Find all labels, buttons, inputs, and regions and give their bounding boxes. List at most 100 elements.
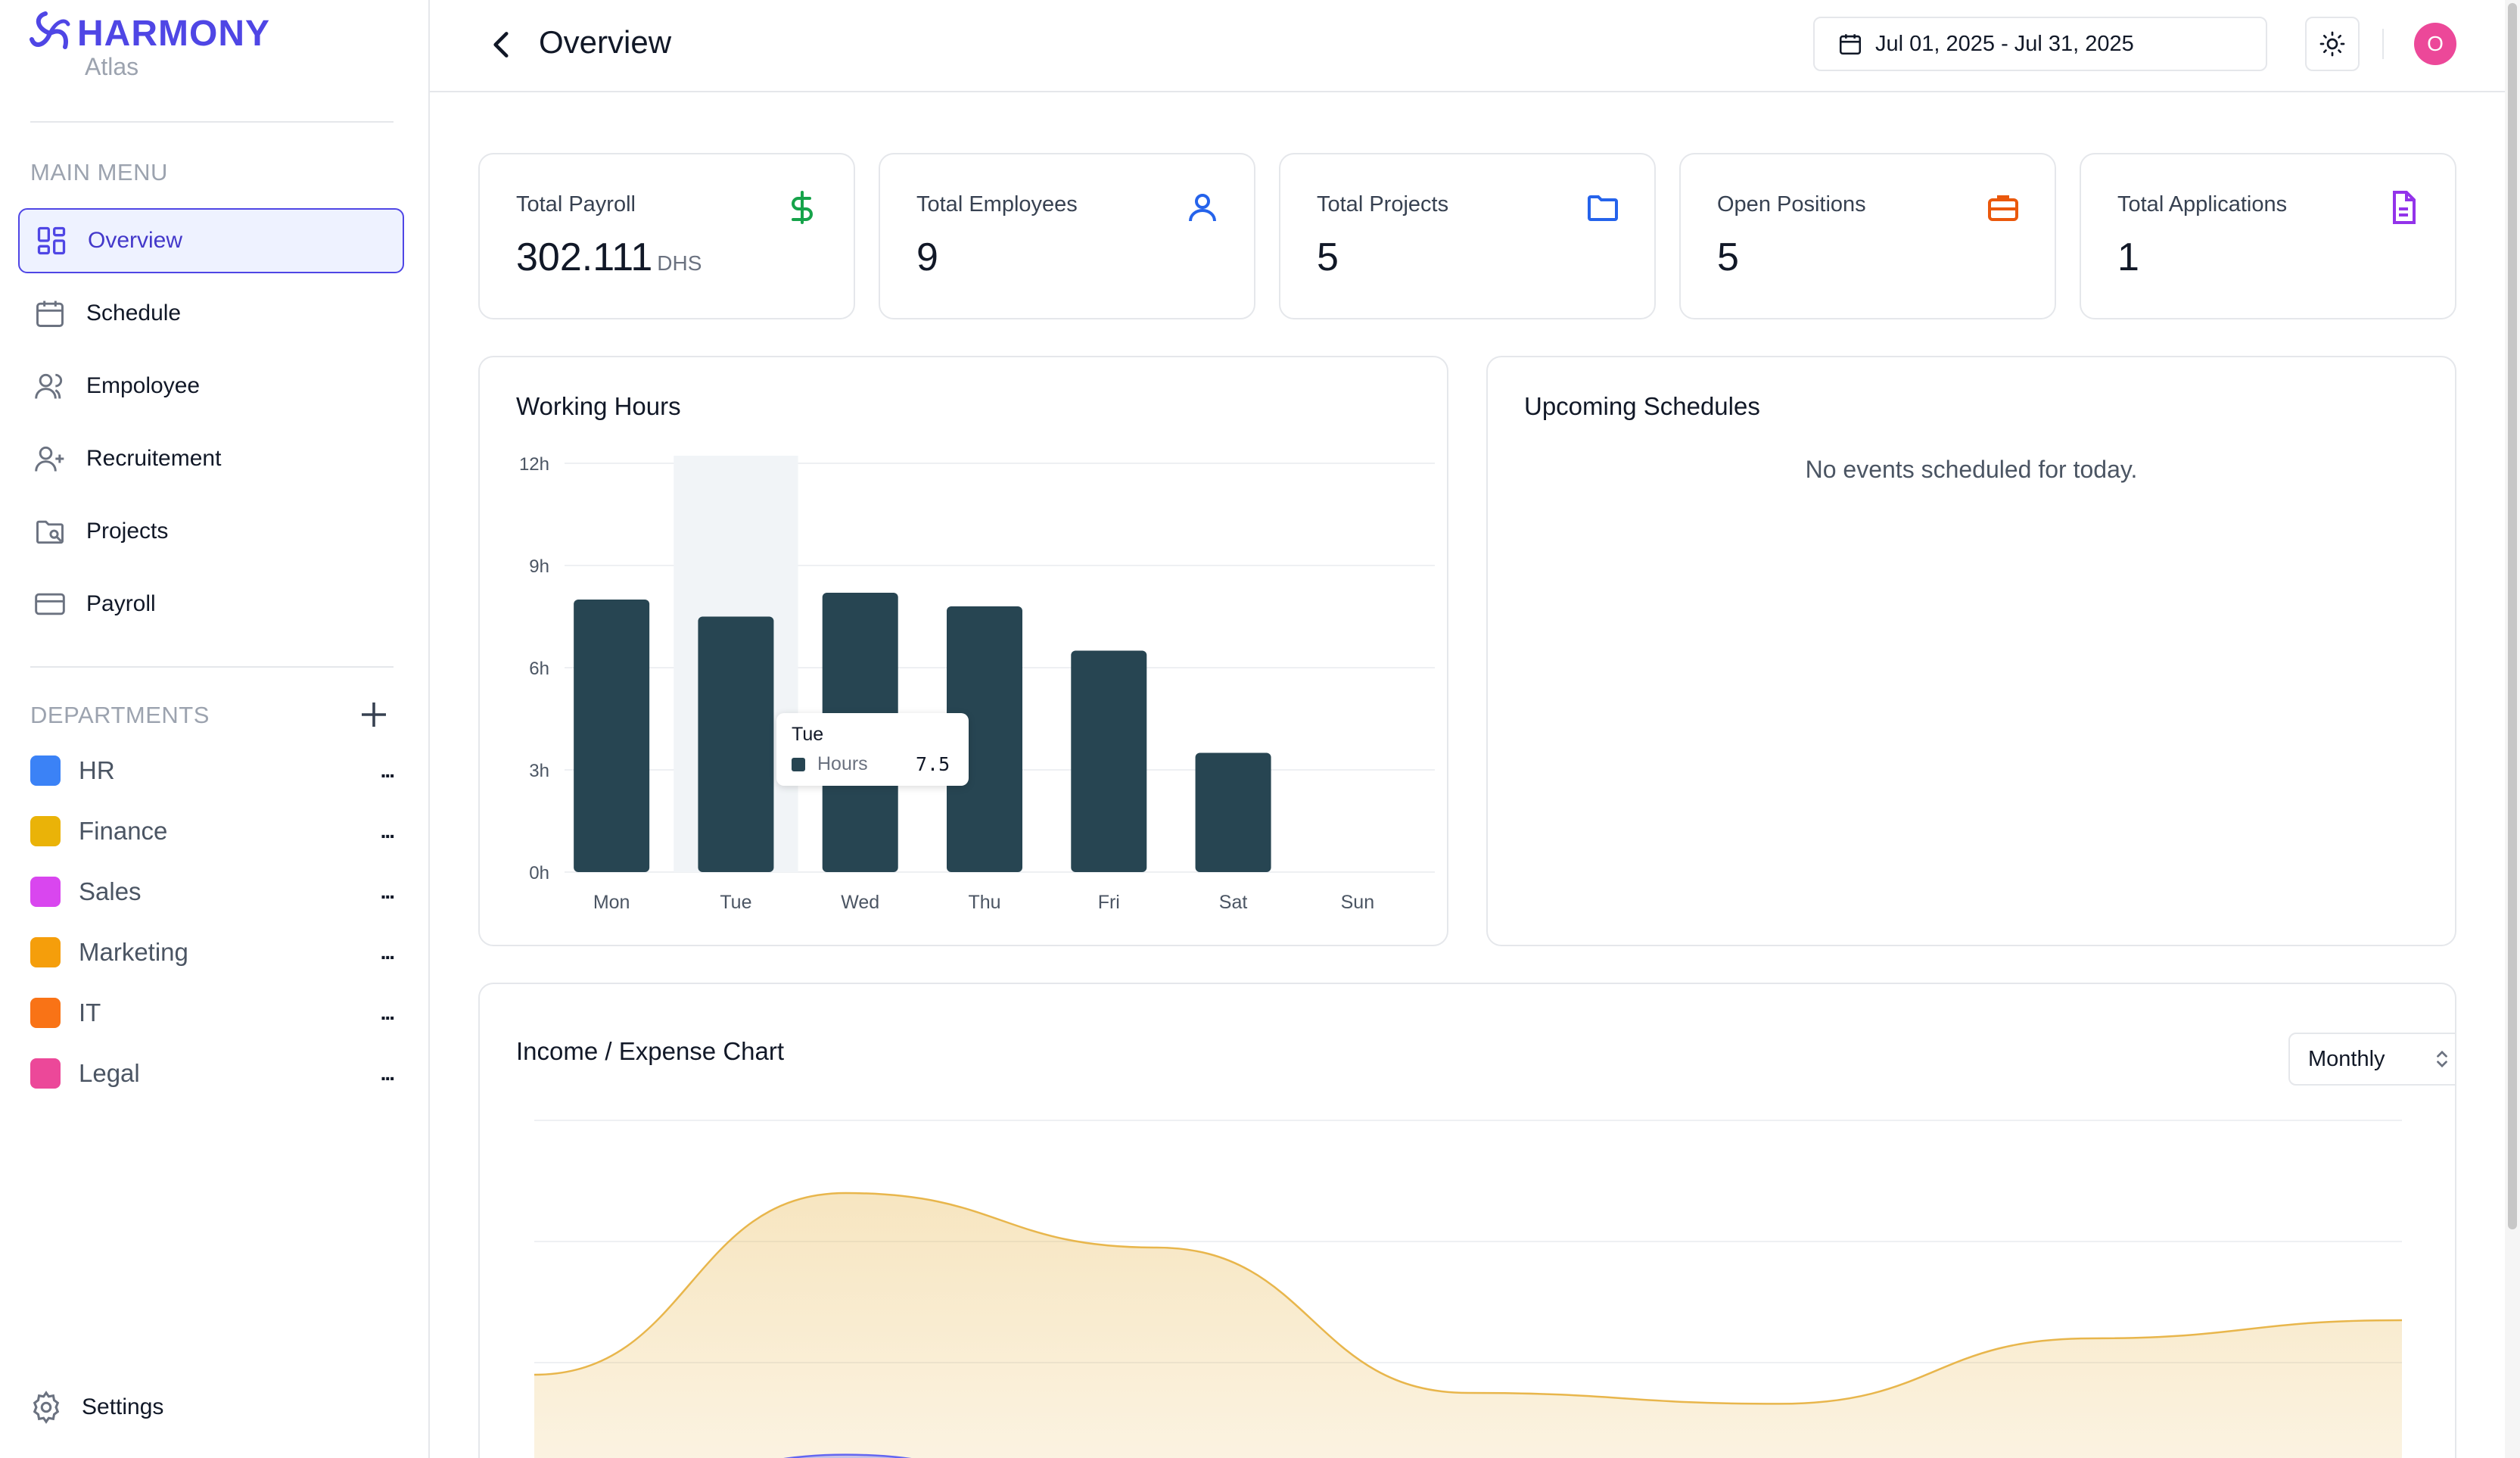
gear-icon bbox=[33, 1391, 60, 1424]
tooltip-value: 7.5 bbox=[916, 753, 950, 775]
stat-unit: DHS bbox=[657, 251, 702, 275]
income-expense-chart bbox=[534, 1120, 2403, 1458]
tooltip-title: Tue bbox=[792, 724, 824, 745]
department-sales[interactable]: Sales ... bbox=[30, 869, 395, 914]
back-arrow-icon[interactable] bbox=[483, 26, 521, 64]
department-color-swatch bbox=[30, 877, 61, 907]
working-hours-panel: Working Hours 0h 3h 6h 9h 12h Mon Tue Wed Thu Fri… bbox=[478, 356, 1448, 946]
more-options-icon[interactable]: ... bbox=[381, 940, 395, 964]
stat-value: 9 bbox=[916, 235, 938, 279]
sidebar-item-label: Projects bbox=[86, 519, 169, 544]
top-header: Overview Jul 01, 2025 - Jul 31, 2025 O bbox=[430, 0, 2520, 92]
more-options-icon[interactable]: ... bbox=[381, 880, 395, 904]
sidebar-item-overview[interactable]: Overview bbox=[18, 208, 404, 273]
folder-icon bbox=[1588, 195, 1618, 221]
stat-label: Open Positions bbox=[1717, 192, 1866, 217]
stat-label: Total Projects bbox=[1317, 192, 1449, 217]
department-finance[interactable]: Finance ... bbox=[30, 808, 395, 854]
sidebar-item-employee[interactable]: Empoloyee bbox=[18, 354, 404, 419]
main-menu-label: MAIN MENU bbox=[30, 159, 168, 185]
department-name: HR bbox=[79, 756, 115, 784]
department-marketing[interactable]: Marketing ... bbox=[30, 930, 395, 975]
department-name: Marketing bbox=[79, 938, 188, 966]
tooltip-series-name: Hours bbox=[817, 753, 868, 774]
brand[interactable]: HARMONY Atlas bbox=[29, 11, 270, 81]
department-color-swatch bbox=[30, 937, 61, 967]
chart-tooltip: Tue Hours 7.5 bbox=[776, 713, 969, 786]
department-legal[interactable]: Legal ... bbox=[30, 1051, 395, 1096]
sidebar-item-label: Payroll bbox=[86, 591, 156, 616]
header-divider bbox=[2382, 29, 2384, 59]
departments-label: DEPARTMENTS bbox=[30, 702, 210, 728]
x-tick-label: Sat bbox=[1219, 892, 1248, 913]
sidebar-item-label: Recruitement bbox=[86, 446, 222, 471]
working-hours-chart: 0h 3h 6h 9h 12h Mon Tue Wed Thu Fri Sat Sun bbox=[519, 454, 1435, 913]
x-tick-label: Tue bbox=[720, 892, 751, 913]
sidebar-item-projects[interactable]: Projects bbox=[18, 499, 404, 564]
stat-label: Total Applications bbox=[2117, 192, 2288, 217]
stat-card-total-employees: Total Employees 9 bbox=[879, 153, 1255, 319]
file-icon bbox=[2393, 191, 2416, 224]
sidebar-item-label: Empoloyee bbox=[86, 373, 201, 398]
credit-card-icon bbox=[32, 586, 68, 622]
sidebar-item-schedule[interactable]: Schedule bbox=[18, 281, 404, 346]
divider bbox=[30, 666, 394, 668]
department-name: Finance bbox=[79, 817, 168, 845]
stat-value: 5 bbox=[1317, 235, 1339, 279]
stat-number: 302.111 bbox=[516, 235, 653, 279]
x-tick-label: Sun bbox=[1341, 892, 1374, 913]
users-icon bbox=[32, 368, 68, 404]
upcoming-schedules-panel: Upcoming Schedules No events scheduled f… bbox=[1486, 356, 2456, 946]
avatar[interactable]: O bbox=[2414, 23, 2456, 65]
department-it[interactable]: IT ... bbox=[30, 990, 395, 1036]
briefcase-icon bbox=[1988, 195, 2018, 221]
sidebar-item-label: Schedule bbox=[86, 301, 182, 326]
stat-value: 1 bbox=[2117, 235, 2139, 279]
settings-label: Settings bbox=[82, 1394, 164, 1419]
add-department-icon[interactable] bbox=[356, 696, 392, 733]
stat-card-open-positions: Open Positions 5 bbox=[1679, 153, 2056, 319]
bar bbox=[1071, 650, 1147, 872]
stat-label: Total Payroll bbox=[516, 192, 636, 217]
more-options-icon[interactable]: ... bbox=[381, 759, 395, 783]
sun-icon bbox=[2319, 31, 2345, 57]
calendar-icon bbox=[1839, 34, 1862, 55]
bar bbox=[698, 616, 774, 872]
department-name: IT bbox=[79, 998, 101, 1027]
more-options-icon[interactable]: ... bbox=[381, 819, 395, 843]
department-hr[interactable]: HR ... bbox=[30, 748, 395, 793]
x-tick-label: Fri bbox=[1098, 892, 1120, 913]
empty-state-message: No events scheduled for today. bbox=[1805, 456, 2138, 483]
sidebar-item-recruitement[interactable]: Recruitement bbox=[18, 426, 404, 491]
y-tick-label: 3h bbox=[529, 761, 549, 781]
y-tick-label: 12h bbox=[519, 454, 549, 475]
stat-card-total-payroll: Total Payroll 302.111 DHS bbox=[478, 153, 855, 319]
date-range-text: Jul 01, 2025 - Jul 31, 2025 bbox=[1875, 31, 2134, 56]
department-name: Legal bbox=[79, 1059, 140, 1087]
stat-card-total-applications: Total Applications 1 bbox=[2080, 153, 2456, 319]
department-name: Sales bbox=[79, 877, 142, 905]
scrollbar-thumb[interactable] bbox=[2508, 3, 2517, 1229]
upcoming-schedules-title: Upcoming Schedules bbox=[1524, 392, 1760, 420]
sidebar-item-payroll[interactable]: Payroll bbox=[18, 572, 404, 637]
theme-toggle-button[interactable] bbox=[2305, 17, 2360, 71]
sidebar-item-settings[interactable]: Settings bbox=[29, 1390, 163, 1425]
department-color-swatch bbox=[30, 816, 61, 846]
divider bbox=[30, 121, 394, 123]
more-options-icon[interactable]: ... bbox=[381, 1001, 395, 1025]
folder-icon bbox=[32, 513, 68, 550]
more-options-icon[interactable]: ... bbox=[381, 1061, 395, 1086]
page-title: Overview bbox=[539, 24, 672, 60]
calendar-icon bbox=[32, 295, 68, 332]
sidebar: HARMONY Atlas MAIN MENU Overview Schedul… bbox=[0, 0, 430, 1458]
tooltip-row: Hours 7.5 bbox=[792, 753, 954, 775]
department-color-swatch bbox=[30, 998, 61, 1028]
stat-card-total-projects: Total Projects 5 bbox=[1279, 153, 1656, 319]
dollar-icon bbox=[792, 191, 813, 224]
sidebar-item-label: Overview bbox=[88, 228, 183, 253]
page-scrollbar[interactable] bbox=[2505, 0, 2520, 1458]
grid-icon bbox=[33, 223, 70, 259]
harmony-logo-icon bbox=[30, 11, 70, 49]
department-color-swatch bbox=[30, 755, 61, 786]
date-range-picker[interactable]: Jul 01, 2025 - Jul 31, 2025 bbox=[1813, 17, 2267, 71]
